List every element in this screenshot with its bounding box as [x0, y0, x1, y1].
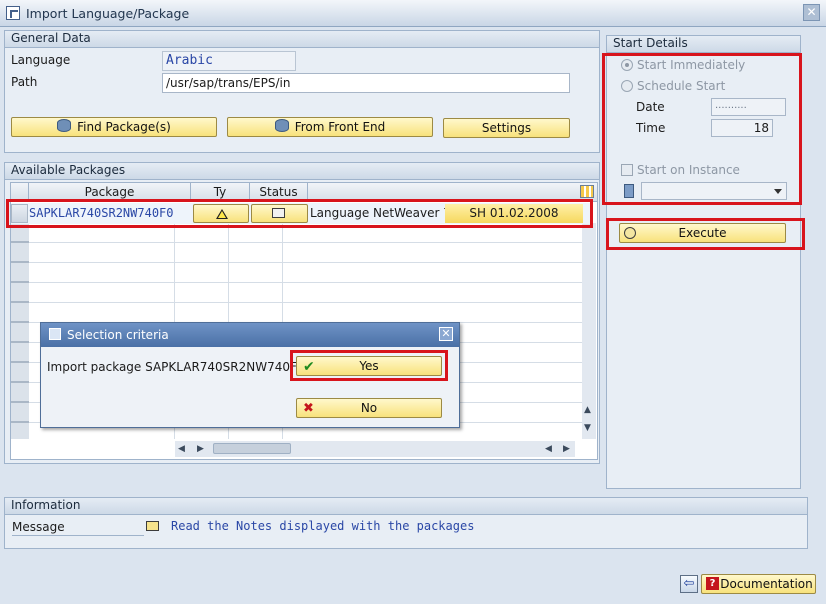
- time-field[interactable]: 18: [711, 119, 773, 137]
- notes-icon: [146, 521, 159, 531]
- execute-label: Execute: [678, 226, 727, 240]
- general-data-header: General Data: [5, 31, 599, 48]
- scroll-right-icon-2[interactable]: ▶: [563, 444, 570, 454]
- dialog-title-bar: Selection criteria ✕: [41, 323, 459, 347]
- start-details-header: Start Details: [607, 36, 800, 53]
- window-title-bar: Import Language/Package ✕: [0, 0, 826, 27]
- execute-button[interactable]: Execute: [619, 223, 786, 243]
- documentation-label: Documentation: [720, 577, 813, 591]
- from-front-end-button[interactable]: From Front End: [227, 117, 433, 137]
- find-packages-button[interactable]: Find Package(s): [11, 117, 217, 137]
- language-label: Language: [11, 53, 71, 67]
- scroll-left-icon-2[interactable]: ◀: [545, 444, 552, 454]
- scroll-thumb[interactable]: [213, 443, 291, 454]
- scroll-right-icon[interactable]: ▶: [197, 444, 204, 454]
- start-immediately-radio[interactable]: [621, 59, 633, 71]
- instance-select[interactable]: [641, 182, 787, 200]
- selection-criteria-dialog: Selection criteria ✕ Import package SAPK…: [40, 322, 460, 428]
- dialog-close-icon[interactable]: ✕: [439, 327, 453, 341]
- yes-button[interactable]: ✔ Yes: [296, 356, 442, 376]
- path-label: Path: [11, 75, 38, 89]
- horizontal-scrollbar[interactable]: ◀ ▶ ◀ ▶: [175, 441, 575, 457]
- information-header: Information: [5, 498, 807, 515]
- documentation-button[interactable]: ? Documentation: [701, 574, 816, 594]
- scroll-up-icon[interactable]: ▲: [584, 405, 591, 415]
- layout-grid-icon[interactable]: [580, 185, 594, 198]
- date-label: Date: [636, 100, 665, 114]
- help-icon: ?: [706, 577, 719, 590]
- no-label: No: [360, 401, 378, 415]
- package-row-highlight: [6, 199, 593, 228]
- database-icon: [274, 119, 289, 132]
- find-packages-label: Find Package(s): [77, 120, 171, 134]
- checkmark-icon: ✔: [303, 359, 315, 375]
- dialog-window-icon: [49, 328, 61, 340]
- no-button[interactable]: ✖ No: [296, 398, 442, 418]
- start-on-instance-label: Start on Instance: [637, 163, 740, 177]
- close-window-icon[interactable]: ✕: [803, 4, 820, 21]
- cancel-x-icon: ✖: [303, 401, 314, 416]
- language-field: Arabic: [162, 51, 296, 71]
- time-label: Time: [636, 121, 666, 135]
- date-field[interactable]: ..........: [711, 98, 786, 116]
- yes-label: Yes: [359, 359, 379, 373]
- path-input[interactable]: /usr/sap/trans/EPS/in: [162, 73, 570, 93]
- from-front-end-label: From Front End: [294, 120, 386, 134]
- message-label: Message: [12, 520, 144, 536]
- database-icon: [57, 119, 72, 132]
- start-on-instance-checkbox[interactable]: [621, 164, 633, 176]
- import-window-icon: [6, 6, 20, 20]
- schedule-start-radio[interactable]: [621, 80, 633, 92]
- vertical-scrollbar[interactable]: ▲ ▼: [582, 223, 596, 439]
- available-packages-header: Available Packages: [5, 163, 599, 180]
- start-immediately-label: Start Immediately: [637, 58, 746, 72]
- schedule-start-label: Schedule Start: [637, 79, 726, 93]
- settings-button[interactable]: Settings: [443, 118, 570, 138]
- chevron-down-icon: [774, 189, 782, 194]
- message-text: Read the Notes displayed with the packag…: [171, 519, 475, 533]
- clock-icon: [624, 227, 636, 239]
- row-selectors[interactable]: [11, 223, 29, 439]
- scroll-left-icon[interactable]: ◀: [178, 444, 185, 454]
- scroll-down-icon[interactable]: ▼: [584, 423, 591, 433]
- server-icon: [624, 184, 634, 198]
- dialog-title: Selection criteria: [67, 328, 169, 342]
- dialog-question: Import package SAPKLAR740SR2NW740F0?: [47, 360, 311, 374]
- window-title: Import Language/Package: [26, 6, 190, 21]
- back-arrow-icon[interactable]: ⇦: [680, 575, 698, 593]
